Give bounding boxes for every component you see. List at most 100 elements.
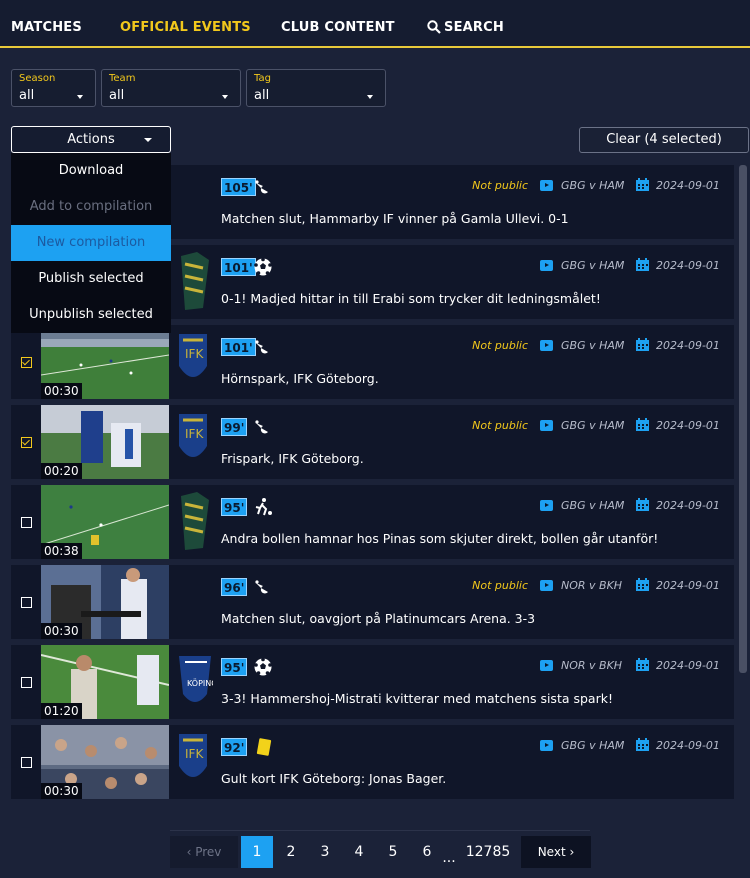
last-page-button[interactable]: 12785: [462, 836, 514, 868]
page-4-button[interactable]: 4: [343, 836, 375, 868]
list-item[interactable]: 00:30 IFK 101' Not public GBG v HAM 2024…: [11, 325, 734, 399]
video-thumbnail[interactable]: 00:38: [41, 485, 169, 559]
event-description: Gult kort IFK Göteborg: Jonas Bager.: [221, 771, 447, 786]
tab-search[interactable]: SEARCH: [444, 20, 504, 35]
row-checkbox[interactable]: [21, 517, 32, 528]
list-item[interactable]: 00:30 96' Not public NOR v BKH 2024-09-0…: [11, 565, 734, 639]
menu-item-unpublish-selected[interactable]: Unpublish selected: [11, 297, 171, 333]
prev-page-button[interactable]: ‹ Prev: [170, 836, 238, 868]
date-label: 2024-09-01: [656, 739, 720, 752]
tab-official-events[interactable]: OFFICIAL EVENTS: [120, 20, 251, 35]
list-item[interactable]: 00:20 IFK 99' Not public GBG v HAM 2024-…: [11, 405, 734, 479]
duration-label: 00:30: [41, 383, 82, 399]
event-description: Matchen slut, Hammarby IF vinner på Gaml…: [221, 211, 569, 226]
tab-matches[interactable]: MATCHES: [11, 20, 82, 35]
video-thumbnail[interactable]: 01:20: [41, 645, 169, 719]
caret-down-icon: [144, 138, 152, 142]
play-icon: [540, 420, 553, 431]
chevron-down-icon: [222, 95, 228, 99]
minute-badge: 99': [221, 418, 248, 436]
next-page-button[interactable]: Next ›: [521, 836, 591, 868]
calendar-icon: [636, 418, 649, 431]
season-filter[interactable]: Season all: [11, 69, 96, 107]
club-crest: IFK: [179, 414, 207, 457]
svg-text:IFK: IFK: [185, 427, 204, 441]
calendar-icon: [636, 178, 649, 191]
minute-badge: 92': [221, 738, 248, 756]
actions-menu: Download Add to compilation New compilat…: [11, 153, 171, 333]
menu-item-new-compilation[interactable]: New compilation: [11, 225, 171, 261]
club-crest: IFK: [179, 334, 207, 377]
actions-button[interactable]: Actions: [11, 126, 171, 153]
tag-filter-label: Tag: [254, 73, 271, 84]
play-icon: [540, 340, 553, 351]
menu-item-publish-selected[interactable]: Publish selected: [11, 261, 171, 297]
date-label: 2024-09-01: [656, 179, 720, 192]
video-thumbnail[interactable]: 00:20: [41, 405, 169, 479]
top-nav: MATCHES OFFICIAL EVENTS CLUB CONTENT SEA…: [0, 0, 750, 48]
not-public-label: Not public: [472, 179, 528, 192]
play-icon: [540, 180, 553, 191]
date-label: 2024-09-01: [656, 339, 720, 352]
duration-label: 00:38: [41, 543, 82, 559]
minute-badge: 95': [221, 498, 248, 516]
minute-badge: 101': [221, 258, 256, 276]
page-1-button[interactable]: 1: [241, 836, 273, 868]
tag-filter[interactable]: Tag all: [246, 69, 386, 107]
video-thumbnail[interactable]: 00:30: [41, 565, 169, 639]
match-label: GBG v HAM: [561, 339, 625, 352]
play-icon: [540, 260, 553, 271]
row-checkbox[interactable]: [21, 677, 32, 688]
page-6-button[interactable]: 6: [411, 836, 443, 868]
football-icon: [254, 257, 272, 276]
menu-item-download[interactable]: Download: [11, 153, 171, 189]
chevron-down-icon: [367, 95, 373, 99]
row-checkbox[interactable]: [21, 597, 32, 608]
minute-badge: 95': [221, 658, 248, 676]
video-thumbnail[interactable]: 00:30: [41, 325, 169, 399]
season-filter-label: Season: [19, 73, 56, 84]
clear-selection-button[interactable]: Clear (4 selected): [579, 127, 749, 153]
pagination-ellipsis: ...: [442, 850, 456, 866]
yellow-card-icon: [256, 738, 272, 756]
row-checkbox[interactable]: [21, 757, 32, 768]
calendar-icon: [636, 258, 649, 271]
match-label: GBG v HAM: [561, 739, 625, 752]
svg-text:IFK: IFK: [185, 347, 204, 361]
match-label: GBG v HAM: [561, 419, 625, 432]
next-label: Next: [537, 845, 566, 859]
not-public-label: Not public: [472, 339, 528, 352]
match-label: GBG v HAM: [561, 499, 625, 512]
event-description: Hörnspark, IFK Göteborg.: [221, 371, 379, 386]
date-label: 2024-09-01: [656, 659, 720, 672]
video-thumbnail[interactable]: 00:30: [41, 725, 169, 799]
calendar-icon: [636, 658, 649, 671]
row-checkbox[interactable]: [21, 437, 32, 448]
whistle-icon: [255, 180, 268, 194]
play-icon: [540, 500, 553, 511]
actions-button-label: Actions: [67, 132, 115, 147]
minute-badge: 96': [221, 578, 248, 596]
list-item[interactable]: 00:38 95' GBG v HAM 2024-09-01 Andra bol…: [11, 485, 734, 559]
page-5-button[interactable]: 5: [377, 836, 409, 868]
duration-label: 01:20: [41, 703, 82, 719]
club-crest: [181, 252, 209, 310]
tab-club-content[interactable]: CLUB CONTENT: [281, 20, 395, 35]
row-checkbox[interactable]: [21, 357, 32, 368]
play-icon: [540, 740, 553, 751]
duration-label: 00:30: [41, 783, 82, 799]
scrollbar[interactable]: [739, 165, 747, 673]
svg-text:IFK: IFK: [185, 747, 204, 761]
event-description: Matchen slut, oavgjort på Platinumcars A…: [221, 611, 536, 626]
tag-filter-value: all: [254, 88, 270, 103]
page-2-button[interactable]: 2: [275, 836, 307, 868]
minute-badge: 101': [221, 338, 256, 356]
date-label: 2024-09-01: [656, 499, 720, 512]
list-item[interactable]: 01:20 KÖPING 95' NOR v BKH 2024-09-01 3-…: [11, 645, 734, 719]
team-filter[interactable]: Team all: [101, 69, 241, 107]
page-3-button[interactable]: 3: [309, 836, 341, 868]
list-item[interactable]: 00:30 IFK 92' GBG v HAM 2024-09-01 Gult …: [11, 725, 734, 799]
menu-item-add-to-compilation: Add to compilation: [29, 199, 153, 214]
calendar-icon: [636, 338, 649, 351]
search-icon[interactable]: [427, 20, 441, 34]
